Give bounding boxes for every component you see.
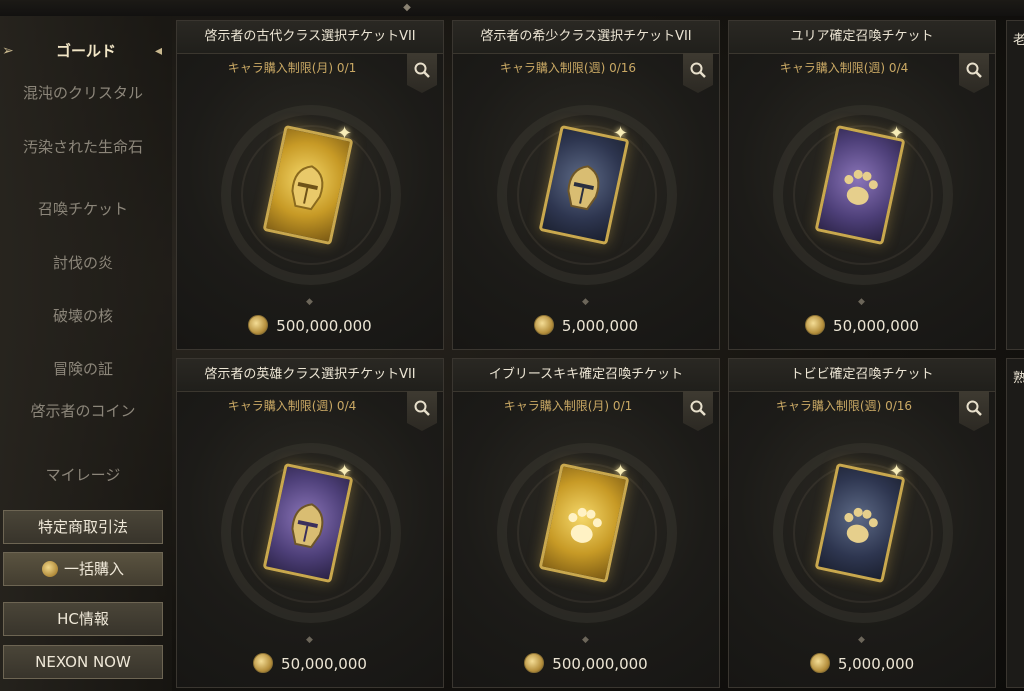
button-label: 特定商取引法 [37,518,128,536]
category-subjugation-flame[interactable]: 討伐の炎 [18,254,148,273]
category-destruction-core[interactable]: 破壊の核 [18,307,148,326]
sparkle-icon: ✦ [337,461,353,482]
item-name: 老 [1013,33,1024,48]
category-label: ゴールド [55,42,116,60]
sparkle-icon: ✦ [889,123,905,144]
item-name: 啓示者の古代クラス選択チケットVII [177,21,443,54]
category-gold-selected[interactable]: ➢ ゴールド ◂ [0,36,172,66]
item-price: 50,000,000 [729,315,995,337]
nexon-now-button[interactable]: NEXON NOW [3,645,163,679]
purchase-limit: キャラ購入制限(週) 0/4 [779,61,909,75]
price-value: 50,000,000 [833,317,919,335]
button-label: 一括購入 [63,560,124,578]
gold-coin-icon [253,653,274,673]
gold-coin-icon [805,315,826,335]
purchase-limit: キャラ購入制限(月) 0/1 [227,61,357,75]
category-sidebar: ➢ ゴールド ◂ 混沌のクリスタル 汚染された生命石 召喚チケット 討伐の炎 破… [0,16,172,691]
helmet-icon [567,165,600,211]
bulk-buy-button[interactable]: 一括購入 [3,552,163,586]
helmet-icon [291,165,324,211]
shop-item-card[interactable]: 啓示者の英雄クラス選択チケットVII キャラ購入制限(週) 0/4 ✦ ◆ 50… [176,358,444,688]
diamond-ornament-icon: ◆ [403,2,411,13]
diamond-separator-icon: ◆ [858,635,865,645]
paw-icon [844,507,878,543]
item-price: 5,000,000 [453,315,719,337]
gold-coin-icon [41,561,58,577]
item-price: 500,000,000 [453,653,719,675]
item-name: 熟 [1013,371,1024,386]
shop-item-card[interactable]: 啓示者の古代クラス選択チケットVII キャラ購入制限(月) 0/1 ✦ ◆ 50… [176,20,444,350]
gold-coin-icon [248,315,269,335]
gold-coin-icon [524,653,545,673]
sparkle-icon: ✦ [889,461,905,482]
shop-item-card[interactable]: ユリア確定召喚チケット キャラ購入制限(週) 0/4 ✦ ◆ 50,000,00… [728,20,996,350]
purchase-limit: キャラ購入制限(週) 0/4 [227,399,357,413]
sparkle-icon: ✦ [337,123,353,144]
search-icon[interactable] [959,391,989,431]
item-price: 500,000,000 [177,315,443,337]
shop-item-card[interactable]: イブリースキキ確定召喚チケット キャラ購入制限(月) 0/1 ✦ ◆ 500,0… [452,358,720,688]
ornament-right-icon: ◂ [154,43,162,59]
category-summon-ticket[interactable]: 召喚チケット [18,200,148,219]
special-trade-law-button[interactable]: 特定商取引法 [3,510,163,544]
search-icon[interactable] [959,53,989,93]
purchase-limit: キャラ購入制限(週) 0/16 [499,61,637,75]
shop-item-card[interactable]: 啓示者の希少クラス選択チケットVII キャラ購入制限(週) 0/16 ✦ ◆ 5… [452,20,720,350]
item-price: 50,000,000 [177,653,443,675]
shop-item-card[interactable]: トビビ確定召喚チケット キャラ購入制限(週) 0/16 ✦ ◆ 5,000,00… [728,358,996,688]
category-adventure-proof[interactable]: 冒険の証 [18,360,148,379]
item-name: 啓示者の希少クラス選択チケットVII [453,21,719,54]
paw-icon [844,169,878,205]
purchase-limit: キャラ購入制限(月) 0/1 [503,399,633,413]
search-icon[interactable] [407,391,437,431]
gold-coin-icon [533,315,554,335]
category-chaos-crystal[interactable]: 混沌のクリスタル [18,84,148,103]
price-value: 500,000,000 [276,317,372,335]
hc-info-button[interactable]: HC情報 [3,602,163,636]
sparkle-icon: ✦ [613,461,629,482]
item-name: トビビ確定召喚チケット [729,359,995,392]
diamond-separator-icon: ◆ [582,635,589,645]
item-name: ユリア確定召喚チケット [729,21,995,54]
search-icon[interactable] [407,53,437,93]
item-name: イブリースキキ確定召喚チケット [453,359,719,392]
price-value: 50,000,000 [281,655,367,673]
purchase-limit: キャラ購入制限(週) 0/16 [775,399,913,413]
sparkle-icon: ✦ [613,123,629,144]
price-value: 5,000,000 [837,655,915,673]
button-label: HC情報 [57,610,109,628]
diamond-separator-icon: ◆ [306,635,313,645]
search-icon[interactable] [683,53,713,93]
category-tainted-lifestone[interactable]: 汚染された生命石 [18,138,148,157]
item-name: 啓示者の英雄クラス選択チケットVII [177,359,443,392]
button-label: NEXON NOW [35,653,131,671]
ornament-left-icon: ➢ [2,43,14,59]
search-icon[interactable] [683,391,713,431]
price-value: 500,000,000 [552,655,648,673]
diamond-separator-icon: ◆ [582,297,589,307]
diamond-separator-icon: ◆ [306,297,313,307]
diamond-separator-icon: ◆ [858,297,865,307]
gold-coin-icon [809,653,830,673]
shop-item-card-partial[interactable]: 老 [1006,20,1024,350]
category-revealer-coin[interactable]: 啓示者のコイン [18,402,148,421]
price-value: 5,000,000 [561,317,639,335]
shop-item-card-partial[interactable]: 熟 [1006,358,1024,688]
item-price: 5,000,000 [729,653,995,675]
paw-icon [568,507,602,543]
top-bar: ◆ [0,0,1024,16]
category-mileage[interactable]: マイレージ [18,466,148,485]
helmet-icon [291,503,324,549]
